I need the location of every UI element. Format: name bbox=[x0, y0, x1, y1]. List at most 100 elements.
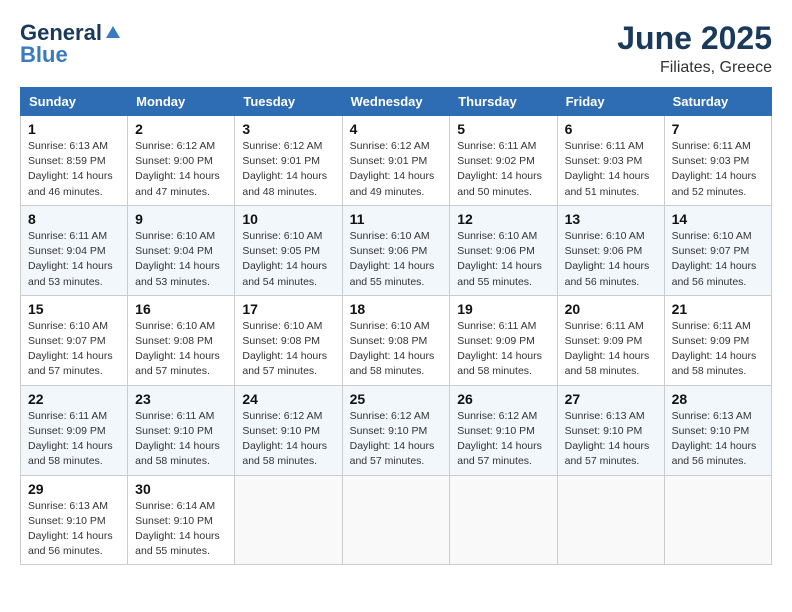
day-number: 19 bbox=[457, 301, 549, 317]
day-info: Sunrise: 6:12 AMSunset: 9:10 PMDaylight:… bbox=[350, 409, 443, 470]
calendar-table: SundayMondayTuesdayWednesdayThursdayFrid… bbox=[20, 87, 772, 565]
day-number: 29 bbox=[28, 481, 120, 497]
day-info: Sunrise: 6:10 AMSunset: 9:08 PMDaylight:… bbox=[242, 319, 334, 380]
calendar-week-4: 22 Sunrise: 6:11 AMSunset: 9:09 PMDayligh… bbox=[21, 385, 772, 475]
day-info: Sunrise: 6:10 AMSunset: 9:06 PMDaylight:… bbox=[350, 229, 443, 290]
day-number: 27 bbox=[565, 391, 657, 407]
calendar-cell: 19 Sunrise: 6:11 AMSunset: 9:09 PMDayligh… bbox=[450, 295, 557, 385]
column-header-tuesday: Tuesday bbox=[235, 88, 342, 116]
column-header-thursday: Thursday bbox=[450, 88, 557, 116]
calendar-cell: 11 Sunrise: 6:10 AMSunset: 9:06 PMDayligh… bbox=[342, 205, 450, 295]
calendar-cell: 7Sunrise: 6:11 AMSunset: 9:03 PMDaylight… bbox=[664, 116, 771, 206]
calendar-cell: 6Sunrise: 6:11 AMSunset: 9:03 PMDaylight… bbox=[557, 116, 664, 206]
calendar-cell: 16Sunrise: 6:10 AMSunset: 9:08 PMDayligh… bbox=[128, 295, 235, 385]
day-number: 10 bbox=[242, 211, 334, 227]
day-number: 24 bbox=[242, 391, 334, 407]
day-info: Sunrise: 6:10 AMSunset: 9:07 PMDaylight:… bbox=[28, 319, 120, 380]
day-number: 4 bbox=[350, 121, 443, 137]
day-number: 15 bbox=[28, 301, 120, 317]
day-number: 23 bbox=[135, 391, 227, 407]
day-number: 18 bbox=[350, 301, 443, 317]
page-header: General Blue June 2025 Filiates, Greece bbox=[20, 20, 772, 77]
day-number: 20 bbox=[565, 301, 657, 317]
day-info: Sunrise: 6:12 AMSunset: 9:10 PMDaylight:… bbox=[242, 409, 334, 470]
day-info: Sunrise: 6:10 AMSunset: 9:07 PMDaylight:… bbox=[672, 229, 764, 290]
calendar-cell: 23Sunrise: 6:11 AMSunset: 9:10 PMDayligh… bbox=[128, 385, 235, 475]
day-info: Sunrise: 6:12 AMSunset: 9:10 PMDaylight:… bbox=[457, 409, 549, 470]
calendar-title: June 2025 bbox=[617, 20, 772, 57]
calendar-cell: 3Sunrise: 6:12 AMSunset: 9:01 PMDaylight… bbox=[235, 116, 342, 206]
calendar-subtitle: Filiates, Greece bbox=[617, 59, 772, 77]
day-info: Sunrise: 6:12 AMSunset: 9:00 PMDaylight:… bbox=[135, 139, 227, 200]
day-number: 22 bbox=[28, 391, 120, 407]
calendar-cell: 8Sunrise: 6:11 AMSunset: 9:04 PMDaylight… bbox=[21, 205, 128, 295]
calendar-cell: 14 Sunrise: 6:10 AMSunset: 9:07 PMDayligh… bbox=[664, 205, 771, 295]
day-info: Sunrise: 6:10 AMSunset: 9:08 PMDaylight:… bbox=[350, 319, 443, 380]
day-number: 9 bbox=[135, 211, 227, 227]
calendar-cell: 9 Sunrise: 6:10 AMSunset: 9:04 PMDaylight… bbox=[128, 205, 235, 295]
calendar-week-1: 1Sunrise: 6:13 AMSunset: 8:59 PMDaylight… bbox=[21, 116, 772, 206]
column-header-sunday: Sunday bbox=[21, 88, 128, 116]
calendar-cell: 5Sunrise: 6:11 AMSunset: 9:02 PMDaylight… bbox=[450, 116, 557, 206]
calendar-cell: 4 Sunrise: 6:12 AMSunset: 9:01 PMDaylight… bbox=[342, 116, 450, 206]
day-number: 21 bbox=[672, 301, 764, 317]
day-number: 11 bbox=[350, 211, 443, 227]
calendar-cell: 30 Sunrise: 6:14 AMSunset: 9:10 PMDayligh… bbox=[128, 475, 235, 565]
calendar-cell: 27 Sunrise: 6:13 AMSunset: 9:10 PMDayligh… bbox=[557, 385, 664, 475]
day-info: Sunrise: 6:13 AMSunset: 9:10 PMDaylight:… bbox=[565, 409, 657, 470]
day-number: 25 bbox=[350, 391, 443, 407]
day-number: 3 bbox=[242, 121, 334, 137]
calendar-cell: 21 Sunrise: 6:11 AMSunset: 9:09 PMDayligh… bbox=[664, 295, 771, 385]
column-header-friday: Friday bbox=[557, 88, 664, 116]
day-info: Sunrise: 6:11 AMSunset: 9:09 PMDaylight:… bbox=[565, 319, 657, 380]
calendar-cell bbox=[342, 475, 450, 565]
day-number: 8 bbox=[28, 211, 120, 227]
day-info: Sunrise: 6:13 AMSunset: 9:10 PMDaylight:… bbox=[672, 409, 764, 470]
day-number: 12 bbox=[457, 211, 549, 227]
day-number: 28 bbox=[672, 391, 764, 407]
calendar-week-2: 8Sunrise: 6:11 AMSunset: 9:04 PMDaylight… bbox=[21, 205, 772, 295]
day-number: 13 bbox=[565, 211, 657, 227]
day-number: 14 bbox=[672, 211, 764, 227]
calendar-week-3: 15 Sunrise: 6:10 AMSunset: 9:07 PMDayligh… bbox=[21, 295, 772, 385]
calendar-week-5: 29 Sunrise: 6:13 AMSunset: 9:10 PMDayligh… bbox=[21, 475, 772, 565]
calendar-cell: 22 Sunrise: 6:11 AMSunset: 9:09 PMDayligh… bbox=[21, 385, 128, 475]
calendar-cell: 20 Sunrise: 6:11 AMSunset: 9:09 PMDayligh… bbox=[557, 295, 664, 385]
calendar-header-row: SundayMondayTuesdayWednesdayThursdayFrid… bbox=[21, 88, 772, 116]
day-info: Sunrise: 6:12 AMSunset: 9:01 PMDaylight:… bbox=[350, 139, 443, 200]
day-info: Sunrise: 6:11 AMSunset: 9:02 PMDaylight:… bbox=[457, 139, 549, 200]
title-block: June 2025 Filiates, Greece bbox=[617, 20, 772, 77]
column-header-monday: Monday bbox=[128, 88, 235, 116]
calendar-cell bbox=[557, 475, 664, 565]
day-number: 30 bbox=[135, 481, 227, 497]
calendar-cell bbox=[235, 475, 342, 565]
calendar-cell: 26Sunrise: 6:12 AMSunset: 9:10 PMDayligh… bbox=[450, 385, 557, 475]
day-info: Sunrise: 6:11 AMSunset: 9:03 PMDaylight:… bbox=[672, 139, 764, 200]
day-info: Sunrise: 6:11 AMSunset: 9:09 PMDaylight:… bbox=[672, 319, 764, 380]
column-header-saturday: Saturday bbox=[664, 88, 771, 116]
logo-blue: Blue bbox=[20, 42, 68, 67]
calendar-cell: 28 Sunrise: 6:13 AMSunset: 9:10 PMDayligh… bbox=[664, 385, 771, 475]
calendar-cell: 10 Sunrise: 6:10 AMSunset: 9:05 PMDayligh… bbox=[235, 205, 342, 295]
calendar-cell: 24 Sunrise: 6:12 AMSunset: 9:10 PMDayligh… bbox=[235, 385, 342, 475]
calendar-cell: 1Sunrise: 6:13 AMSunset: 8:59 PMDaylight… bbox=[21, 116, 128, 206]
calendar-cell: 2Sunrise: 6:12 AMSunset: 9:00 PMDaylight… bbox=[128, 116, 235, 206]
logo: General Blue bbox=[20, 20, 124, 68]
column-header-wednesday: Wednesday bbox=[342, 88, 450, 116]
day-info: Sunrise: 6:14 AMSunset: 9:10 PMDaylight:… bbox=[135, 499, 227, 560]
day-number: 16 bbox=[135, 301, 227, 317]
day-info: Sunrise: 6:10 AMSunset: 9:06 PMDaylight:… bbox=[565, 229, 657, 290]
day-info: Sunrise: 6:11 AMSunset: 9:09 PMDaylight:… bbox=[457, 319, 549, 380]
day-info: Sunrise: 6:11 AMSunset: 9:09 PMDaylight:… bbox=[28, 409, 120, 470]
day-number: 6 bbox=[565, 121, 657, 137]
day-info: Sunrise: 6:10 AMSunset: 9:04 PMDaylight:… bbox=[135, 229, 227, 290]
calendar-cell bbox=[450, 475, 557, 565]
calendar-cell: 13 Sunrise: 6:10 AMSunset: 9:06 PMDayligh… bbox=[557, 205, 664, 295]
calendar-cell: 17Sunrise: 6:10 AMSunset: 9:08 PMDayligh… bbox=[235, 295, 342, 385]
calendar-cell: 12Sunrise: 6:10 AMSunset: 9:06 PMDayligh… bbox=[450, 205, 557, 295]
calendar-cell bbox=[664, 475, 771, 565]
day-info: Sunrise: 6:13 AMSunset: 9:10 PMDaylight:… bbox=[28, 499, 120, 560]
day-info: Sunrise: 6:10 AMSunset: 9:05 PMDaylight:… bbox=[242, 229, 334, 290]
calendar-cell: 18 Sunrise: 6:10 AMSunset: 9:08 PMDayligh… bbox=[342, 295, 450, 385]
day-number: 1 bbox=[28, 121, 120, 137]
